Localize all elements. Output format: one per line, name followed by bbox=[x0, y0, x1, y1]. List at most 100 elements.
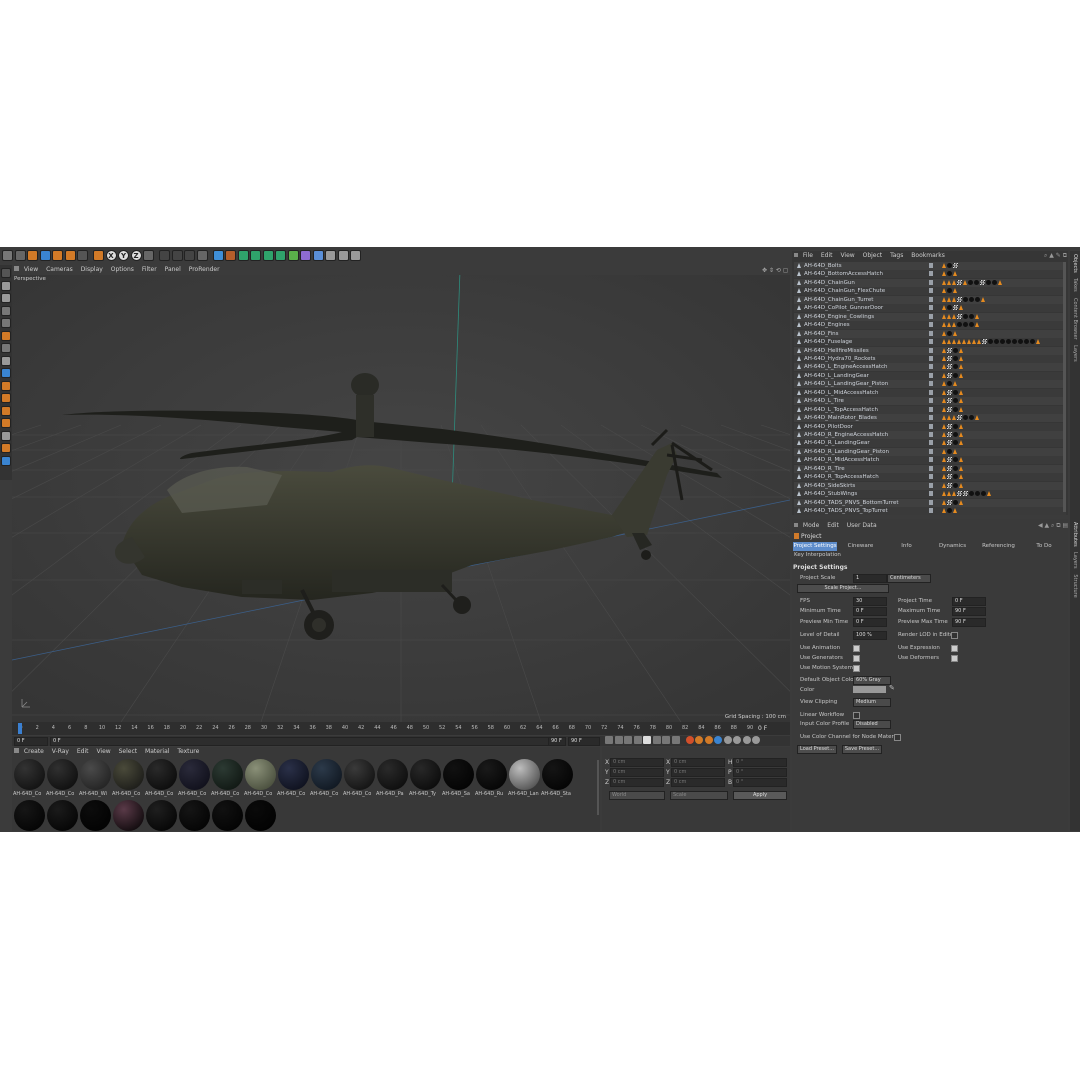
phong-tag-icon[interactable] bbox=[959, 482, 963, 488]
phong-tag-icon[interactable] bbox=[967, 339, 971, 345]
viewport-nav-icons[interactable]: ✥ ⇕ ⟲ ▢ bbox=[762, 267, 788, 274]
menu-bookmarks[interactable]: Bookmarks bbox=[911, 252, 945, 259]
visibility-dots[interactable] bbox=[929, 296, 933, 302]
phong-tag-icon[interactable] bbox=[959, 406, 963, 412]
phong-tag-icon[interactable] bbox=[959, 305, 963, 311]
phong-tag-icon[interactable] bbox=[942, 415, 946, 421]
material-swatch[interactable] bbox=[146, 759, 177, 790]
live-select-icon[interactable] bbox=[27, 250, 38, 261]
object-row[interactable]: AH-64D_Bolts bbox=[794, 262, 1066, 270]
phong-tag-icon[interactable] bbox=[942, 381, 946, 387]
object-name[interactable]: AH-64D_TADS_PNVS_BottomTurret bbox=[804, 499, 899, 507]
uvw-tag-icon[interactable] bbox=[947, 423, 952, 429]
object-name[interactable]: AH-64D_R_Tire bbox=[804, 465, 845, 473]
visibility-dots[interactable] bbox=[929, 322, 933, 328]
visibility-dots[interactable] bbox=[929, 406, 933, 412]
phong-tag-icon[interactable] bbox=[959, 372, 963, 378]
phong-tag-icon[interactable] bbox=[942, 406, 946, 412]
scale-project-button[interactable]: Scale Project... bbox=[797, 584, 889, 593]
visibility-dots[interactable] bbox=[929, 305, 933, 311]
phong-tag-icon[interactable] bbox=[998, 279, 1002, 285]
bulb-icon[interactable] bbox=[350, 250, 361, 261]
material-tag-icon[interactable] bbox=[953, 457, 958, 463]
object-name[interactable]: AH-64D_R_EngineAccessHatch bbox=[804, 431, 888, 439]
material-tag-icon[interactable] bbox=[953, 406, 958, 412]
coord-value-field[interactable]: 0 cm bbox=[671, 768, 725, 777]
material-tag-icon[interactable] bbox=[986, 279, 991, 285]
material-tag-icon[interactable] bbox=[963, 296, 968, 302]
material-swatch[interactable] bbox=[80, 800, 111, 831]
object-row[interactable]: AH-64D_ChainGun_Turret bbox=[794, 295, 1066, 304]
phong-tag-icon[interactable] bbox=[981, 296, 985, 302]
x-axis-icon[interactable]: X bbox=[105, 250, 117, 261]
material-tag-icon[interactable] bbox=[953, 355, 958, 361]
material-tag-icon[interactable] bbox=[953, 389, 958, 395]
use-generators-checkbox[interactable] bbox=[853, 655, 860, 662]
phong-tag-icon[interactable] bbox=[959, 389, 963, 395]
phong-tag-icon[interactable] bbox=[942, 440, 946, 446]
playhead[interactable] bbox=[18, 723, 22, 734]
phong-tag-icon[interactable] bbox=[959, 499, 963, 505]
material-menu-icon[interactable] bbox=[14, 748, 19, 753]
material-tag-icon[interactable] bbox=[1012, 339, 1017, 345]
object-row[interactable]: AH-64D_Fuselage bbox=[794, 338, 1066, 347]
menu-object[interactable]: Object bbox=[863, 252, 883, 259]
render-view-icon[interactable] bbox=[159, 250, 170, 261]
object-row[interactable]: AH-64D_Engine_Cowlings bbox=[794, 312, 1066, 321]
material-tag-icon[interactable] bbox=[963, 415, 968, 421]
prev-frame-icon[interactable] bbox=[624, 736, 632, 744]
object-name[interactable]: AH-64D_R_MidAccessHatch bbox=[804, 456, 879, 464]
uvw-tag-icon[interactable] bbox=[947, 406, 952, 412]
tab-layers2-vertical[interactable]: Layers bbox=[1072, 552, 1078, 569]
timeline-layout-icon[interactable] bbox=[752, 736, 760, 744]
move-icon[interactable] bbox=[39, 250, 51, 261]
end-frame-field-2[interactable]: 90 F bbox=[568, 737, 600, 746]
load-preset-button[interactable]: Load Preset... bbox=[797, 745, 837, 754]
menu-edit[interactable]: Edit bbox=[821, 252, 833, 259]
visibility-dots[interactable] bbox=[929, 339, 933, 345]
menu-vray[interactable]: V-Ray bbox=[52, 748, 69, 755]
tab-attributes-vertical[interactable]: Attributes bbox=[1072, 522, 1078, 547]
material-tag-icon[interactable] bbox=[947, 288, 952, 294]
phong-tag-icon[interactable] bbox=[962, 339, 966, 345]
object-row[interactable]: AH-64D_SideSkirts bbox=[794, 481, 1066, 490]
object-name[interactable]: AH-64D_StubWings bbox=[804, 490, 857, 498]
cube-icon[interactable] bbox=[212, 250, 224, 261]
phong-tag-icon[interactable] bbox=[942, 339, 946, 345]
axis-mode-icon[interactable] bbox=[1, 343, 11, 353]
object-name[interactable]: AH-64D_Bolts bbox=[804, 262, 842, 270]
preview-max-field[interactable]: 90 F bbox=[952, 618, 986, 627]
material-swatch[interactable] bbox=[410, 759, 441, 790]
object-row[interactable]: AH-64D_BottomAccessHatch bbox=[794, 270, 1066, 279]
phong-tag-icon[interactable] bbox=[959, 398, 963, 404]
uvw-tag-icon[interactable] bbox=[957, 415, 962, 421]
tab-content-browser-vertical[interactable]: Content Browser bbox=[1072, 298, 1078, 340]
record-icon[interactable] bbox=[685, 736, 694, 744]
object-name[interactable]: AH-64D_R_TopAccessHatch bbox=[804, 473, 879, 481]
uvw-tag-icon[interactable] bbox=[947, 457, 952, 463]
phong-tag-icon[interactable] bbox=[947, 313, 951, 319]
brush-icon[interactable] bbox=[1, 405, 11, 416]
tag-icon[interactable] bbox=[287, 250, 299, 261]
deformer-icon[interactable] bbox=[262, 250, 274, 261]
uvw-tag-icon[interactable] bbox=[953, 263, 958, 268]
phong-tag-icon[interactable] bbox=[942, 398, 946, 404]
last-frame-icon[interactable] bbox=[671, 736, 680, 744]
tab-project-settings[interactable]: Project Settings bbox=[793, 542, 837, 551]
use-deformers-checkbox[interactable] bbox=[951, 655, 958, 662]
material-tag-icon[interactable] bbox=[1018, 339, 1023, 345]
object-row[interactable]: AH-64D_TADS_PNVS_TopTurret bbox=[794, 507, 1066, 516]
visibility-dots[interactable] bbox=[929, 491, 933, 497]
material-tag-icon[interactable] bbox=[981, 491, 986, 497]
uvw-tag-icon[interactable] bbox=[953, 305, 958, 311]
play-back-icon[interactable] bbox=[633, 736, 642, 744]
phong-tag-icon[interactable] bbox=[959, 474, 963, 480]
z-axis-icon[interactable]: Z bbox=[130, 250, 142, 261]
phong-tag-icon[interactable] bbox=[942, 305, 946, 311]
right-strip-tabs-bottom[interactable]: Attributes Layers Structure bbox=[1072, 522, 1078, 598]
tab-info[interactable]: Info bbox=[884, 542, 929, 551]
project-scale-field[interactable]: 1 bbox=[853, 574, 887, 583]
material-tag-icon[interactable] bbox=[1000, 339, 1005, 345]
phong-tag-icon[interactable] bbox=[952, 415, 956, 421]
layout-icon[interactable] bbox=[337, 250, 349, 261]
